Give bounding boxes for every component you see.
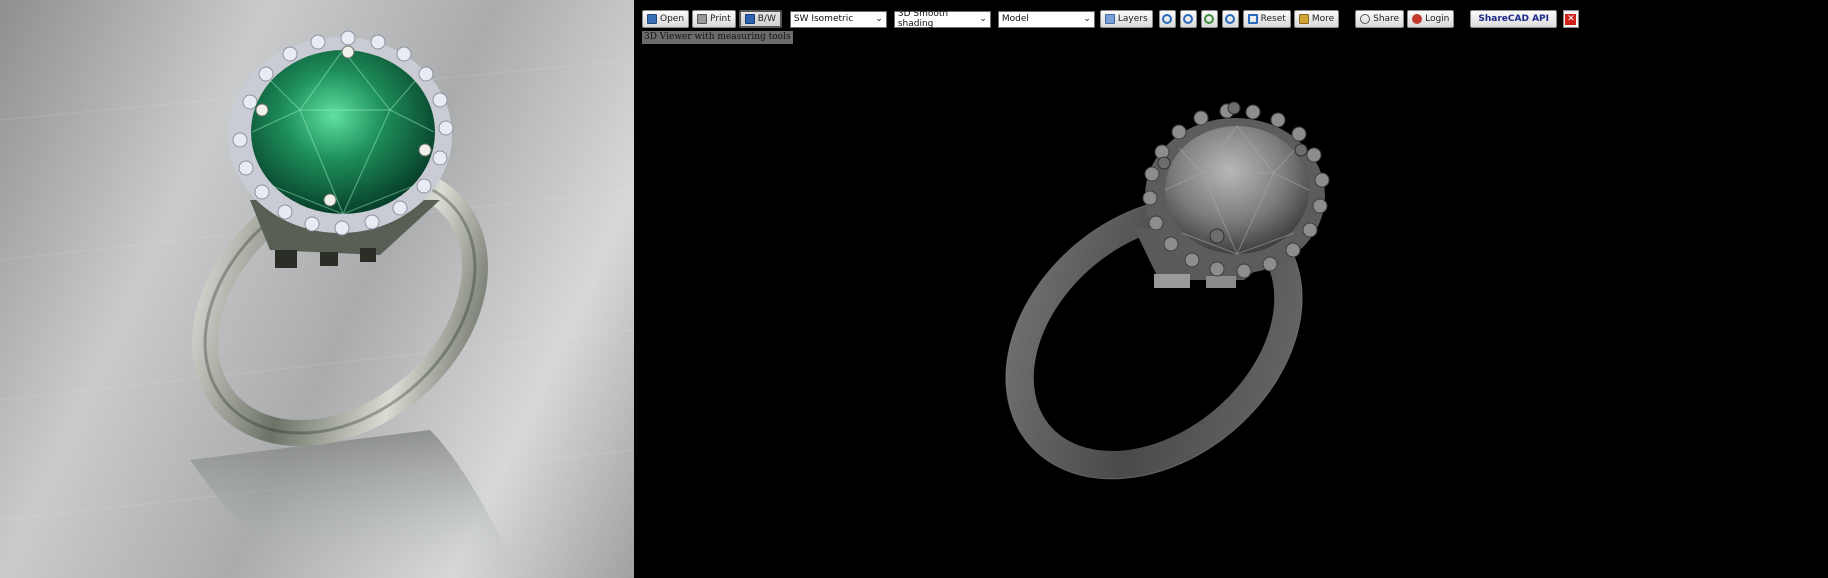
login-label: Login <box>1425 14 1450 24</box>
bw-toggle-button[interactable]: B/W <box>738 10 782 28</box>
chevron-down-icon: ⌄ <box>1083 14 1091 24</box>
cad-viewer: Open Print B/W SW Isometric ⌄ 3D Smooth … <box>634 0 1828 578</box>
login-button[interactable]: Login <box>1407 10 1455 28</box>
open-label: Open <box>660 14 685 24</box>
more-button[interactable]: More <box>1293 10 1340 28</box>
3d-viewport[interactable] <box>634 48 1828 578</box>
viewer-toolbar: Open Print B/W SW Isometric ⌄ 3D Smooth … <box>642 9 1579 29</box>
more-label: More <box>1311 14 1335 24</box>
view-select-value: SW Isometric <box>793 14 854 24</box>
ring-3d-model <box>1005 101 1330 480</box>
share-icon <box>1360 14 1371 24</box>
layers-label: Layers <box>1117 14 1148 24</box>
zoom-in-icon <box>1162 14 1173 24</box>
zoom-in-button[interactable] <box>1158 10 1176 28</box>
layers-button[interactable]: Layers <box>1099 10 1153 28</box>
product-photo <box>0 0 634 578</box>
api-label: ShareCAD API <box>1478 14 1549 24</box>
zoom-out-icon <box>1183 14 1194 24</box>
reset-icon <box>1247 14 1258 24</box>
print-label: Print <box>710 14 731 24</box>
reset-button[interactable]: Reset <box>1242 10 1291 28</box>
ring-photo-render <box>0 30 634 578</box>
share-label: Share <box>1373 14 1400 24</box>
open-button[interactable]: Open <box>642 10 690 28</box>
view-select[interactable]: SW Isometric ⌄ <box>789 10 887 28</box>
login-icon <box>1412 14 1423 24</box>
layers-icon <box>1104 14 1115 24</box>
zoom-window-button[interactable] <box>1221 10 1239 28</box>
zoom-out-button[interactable] <box>1179 10 1197 28</box>
zoom-window-icon <box>1225 14 1236 24</box>
reset-label: Reset <box>1260 14 1286 24</box>
bw-icon <box>744 14 755 24</box>
space-select-value: Model <box>1001 14 1029 24</box>
close-button[interactable]: ✕ <box>1562 10 1579 28</box>
chevron-down-icon: ⌄ <box>875 14 883 24</box>
print-button[interactable]: Print <box>692 10 736 28</box>
zoom-extents-icon <box>1204 14 1215 24</box>
more-icon <box>1298 14 1309 24</box>
share-button[interactable]: Share <box>1355 10 1405 28</box>
print-icon <box>697 14 708 24</box>
viewer-caption: 3D Viewer with measuring tools <box>642 31 793 44</box>
open-icon <box>647 14 657 24</box>
chevron-down-icon: ⌄ <box>979 14 987 24</box>
sharecad-api-button[interactable]: ShareCAD API <box>1470 10 1557 28</box>
zoom-extents-button[interactable] <box>1200 10 1218 28</box>
shading-select-value: 3D Smooth shading <box>897 9 949 29</box>
bw-label: B/W <box>757 14 776 24</box>
close-icon: ✕ <box>1565 13 1577 25</box>
space-select[interactable]: Model ⌄ <box>997 10 1095 28</box>
shading-select[interactable]: 3D Smooth shading ⌄ <box>893 9 991 29</box>
